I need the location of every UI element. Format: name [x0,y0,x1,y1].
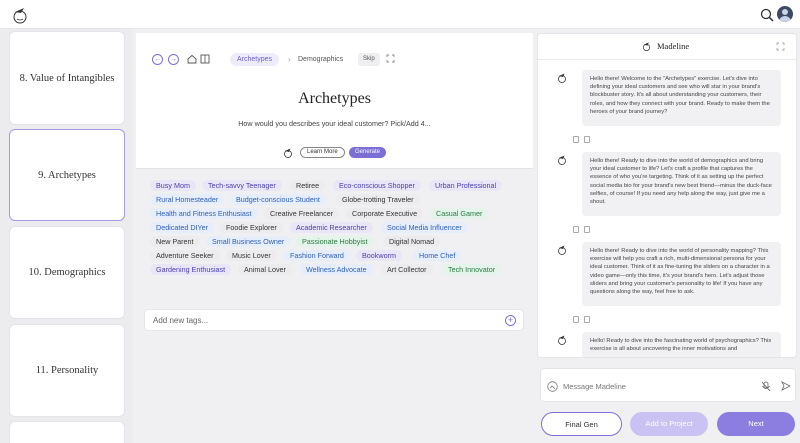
breadcrumb-current[interactable]: Archetypes [230,53,280,66]
wizard-logo-icon [284,148,292,158]
tag[interactable]: Academic Researcher [290,222,373,233]
tag[interactable]: Music Lover [226,250,277,261]
tag[interactable]: Tech-savvy Teenager [202,180,282,191]
exercise-header: ← → Archetypes › Demographics Skip Arche… [136,33,533,169]
breadcrumb-next[interactable]: Demographics [298,53,343,66]
tag[interactable]: Foodie Explorer [220,222,283,233]
tag[interactable]: Animal Lover [238,264,292,275]
copy-icon[interactable] [573,136,579,143]
wizard-logo-icon [558,335,566,345]
chevron-right-icon: › [288,55,291,64]
tag[interactable]: Art Collector [381,264,433,275]
tag[interactable]: Adventure Seeker [150,250,220,261]
add-to-project-button[interactable]: Add to Project [630,412,708,436]
tag[interactable]: Bookworm [356,250,402,261]
copy-icon[interactable] [573,226,579,233]
tag[interactable]: Budget-conscious Student [230,194,326,205]
back-button[interactable]: ← [152,54,163,65]
tag[interactable]: Retiree [290,180,326,191]
chat-input-placeholder: Message Madeline [563,382,626,391]
step-label: 11. Personality [35,365,99,376]
tag[interactable]: Rural Homesteader [150,194,225,205]
wizard-logo-icon [558,245,566,255]
tag[interactable]: Dedicated DIYer [150,222,215,233]
chat-message: Hello there! Ready to dive into the worl… [582,242,781,306]
tag[interactable]: New Parent [150,236,200,247]
chat-message: Hello there! Welcome to the "Archetypes"… [582,70,781,126]
steps-sidebar: 8. Value of Intangibles 9. Archetypes 10… [0,29,133,443]
wizard-logo-icon [558,73,566,83]
speaker-icon[interactable] [584,316,590,323]
microphone-off-icon[interactable] [761,381,771,392]
forward-button[interactable]: → [168,54,179,65]
step-card-value-of-intangibles[interactable]: 8. Value of Intangibles [9,31,125,125]
tag[interactable]: Globe-trotting Traveler [336,194,420,205]
assistant-name: Madeline [657,41,690,51]
step-label: 8. Value of Intangibles [19,72,115,84]
tag[interactable]: Social Media Influencer [381,222,468,233]
add-tag-icon[interactable]: + [505,315,516,326]
wizard-logo-icon [558,155,566,165]
chat-message: Hello! Ready to dive into the fascinatin… [582,332,781,357]
tag[interactable]: Urban Professional [429,180,503,191]
tag[interactable]: Casual Gamer [430,208,489,219]
next-button[interactable]: Next [717,412,795,436]
step-card-next[interactable] [9,421,125,443]
wizard-logo-icon [642,42,651,51]
home-icon[interactable] [187,54,197,64]
tag[interactable]: Tech Innovator [442,264,502,275]
book-icon[interactable] [200,54,210,64]
tag[interactable]: Wellness Advocate [300,264,373,275]
step-card-archetypes[interactable]: 9. Archetypes [9,129,125,221]
tag[interactable]: Home Chef [413,250,462,261]
tag[interactable]: Fashion Forward [284,250,350,261]
step-card-demographics[interactable]: 10. Demographics [9,226,125,319]
step-label: 10. Demographics [28,267,106,278]
tag[interactable]: Eco-conscious Shopper [333,180,421,191]
speaker-icon[interactable] [584,226,590,233]
final-gen-button[interactable]: Final Gen [541,412,622,436]
tag[interactable]: Gardening Enthusiast [150,264,232,275]
learn-more-button[interactable]: Learn More [300,147,345,158]
message-actions [573,130,613,143]
page-title: Archetypes [298,90,371,107]
step-label: 9. Archetypes [38,169,96,181]
generate-button[interactable]: Generate [349,147,387,158]
tag[interactable]: Corporate Executive [346,208,424,219]
avatar[interactable] [777,6,793,22]
step-card-personality[interactable]: 11. Personality [9,324,125,417]
tag[interactable]: Small Business Owner [206,236,291,247]
exercise-question: How would you describes your ideal custo… [238,119,431,128]
attach-image-icon[interactable] [547,381,558,392]
speaker-icon[interactable] [584,136,590,143]
search-icon[interactable] [760,8,774,22]
tag[interactable]: Passionate Hobbyist [296,236,374,247]
expand-icon[interactable] [386,54,395,63]
tag[interactable]: Creative Freelancer [264,208,340,219]
message-actions [573,310,613,323]
exercise-panel: ← → Archetypes › Demographics Skip Arche… [136,33,533,443]
chat-panel: Madeline Hello there! Welcome to the "Ar… [537,33,797,358]
chat-message: Hello there! Ready to dive into the worl… [582,152,781,216]
top-bar [0,0,800,29]
chat-input[interactable]: Message Madeline [540,368,796,402]
copy-icon[interactable] [573,316,579,323]
tag[interactable]: Health and Fitness Enthusiast [150,208,258,219]
message-actions [573,220,613,233]
chat-header: Madeline [538,34,796,60]
expand-icon[interactable] [776,42,785,51]
tag[interactable]: Digital Nomad [383,236,441,247]
send-icon[interactable] [781,381,791,391]
skip-button[interactable]: Skip [358,53,380,66]
new-tag-placeholder: Add new tags... [153,316,209,325]
tag[interactable]: Busy Mom [150,180,196,191]
wizard-logo-icon[interactable] [10,5,30,25]
new-tag-input[interactable]: Add new tags... + [144,309,524,331]
